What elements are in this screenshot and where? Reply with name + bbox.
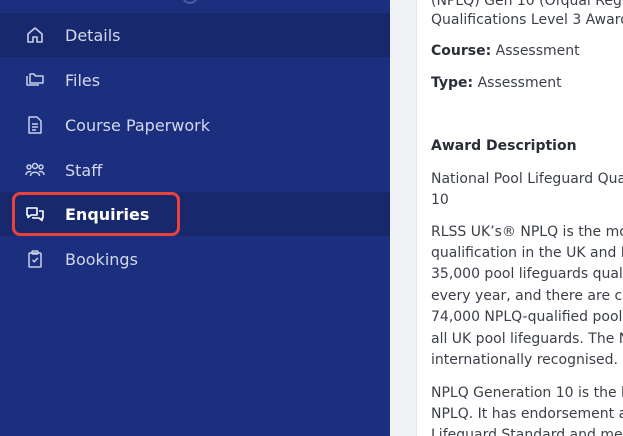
sidebar-item-files[interactable]: Files: [0, 58, 390, 102]
sidebar-item-label: Staff: [65, 160, 103, 180]
course-value: Assessment: [495, 43, 580, 59]
home-icon: [24, 24, 46, 46]
sidebar-item-label: Details: [65, 25, 121, 45]
folders-icon: [24, 69, 46, 91]
sidebar-item-label: Enquiries: [65, 204, 150, 224]
top-partial-icon: [182, 0, 198, 4]
type-row: Type: Assessment: [431, 75, 562, 91]
sidebar-item-bookings[interactable]: Bookings: [0, 237, 390, 281]
main-content: (NPLQ) Gen 10 (Ofqual Registe Qualificat…: [390, 0, 623, 436]
sidebar-item-enquiries[interactable]: Enquiries: [0, 192, 390, 236]
paragraph-line: internationally recognised.: [431, 352, 618, 368]
sidebar: Details Files Course Paperwork Staff Enq…: [0, 0, 390, 436]
type-value: Assessment: [477, 75, 562, 91]
paragraph-line: qualification in the UK and Irela: [431, 245, 623, 261]
clipboard-icon: [24, 248, 46, 270]
intro-line: Qualifications Level 3 Award in: [431, 12, 623, 28]
document-icon: [24, 114, 46, 136]
paragraph-line: National Pool Lifeguard Qualifi: [431, 171, 623, 187]
course-label: Course:: [431, 43, 492, 59]
paragraph-line: 35,000 pool lifeguards qualify w: [431, 266, 623, 282]
course-row: Course: Assessment: [431, 43, 580, 59]
sidebar-item-course-paperwork[interactable]: Course Paperwork: [0, 103, 390, 147]
sidebar-item-label: Course Paperwork: [65, 115, 210, 135]
paragraph-line: all UK pool lifeguards. The NPLQ: [431, 331, 623, 347]
sidebar-item-staff[interactable]: Staff: [0, 148, 390, 192]
paragraph-line: NPLQ Generation 10 is the late: [431, 385, 623, 401]
paragraph-line: RLSS UK’s® NPLQ is the most aw: [431, 224, 623, 240]
people-icon: [24, 159, 46, 181]
sidebar-item-label: Bookings: [65, 249, 138, 269]
details-panel: [416, 0, 623, 436]
chat-bubbles-icon: [24, 203, 46, 225]
paragraph-line: 10: [431, 192, 449, 208]
sidebar-item-label: Files: [65, 70, 101, 90]
paragraph-line: Lifeguard Standard and meets: [431, 427, 623, 436]
intro-line: (NPLQ) Gen 10 (Ofqual Registe: [431, 0, 623, 9]
paragraph-line: NPLQ. It has endorsement agai: [431, 406, 623, 422]
sidebar-item-details[interactable]: Details: [0, 13, 390, 57]
paragraph-line: every year, and there are curren: [431, 288, 623, 304]
award-description-heading: Award Description: [431, 138, 577, 154]
type-label: Type:: [431, 75, 474, 91]
paragraph-line: 74,000 NPLQ-qualified pool life: [431, 309, 623, 325]
